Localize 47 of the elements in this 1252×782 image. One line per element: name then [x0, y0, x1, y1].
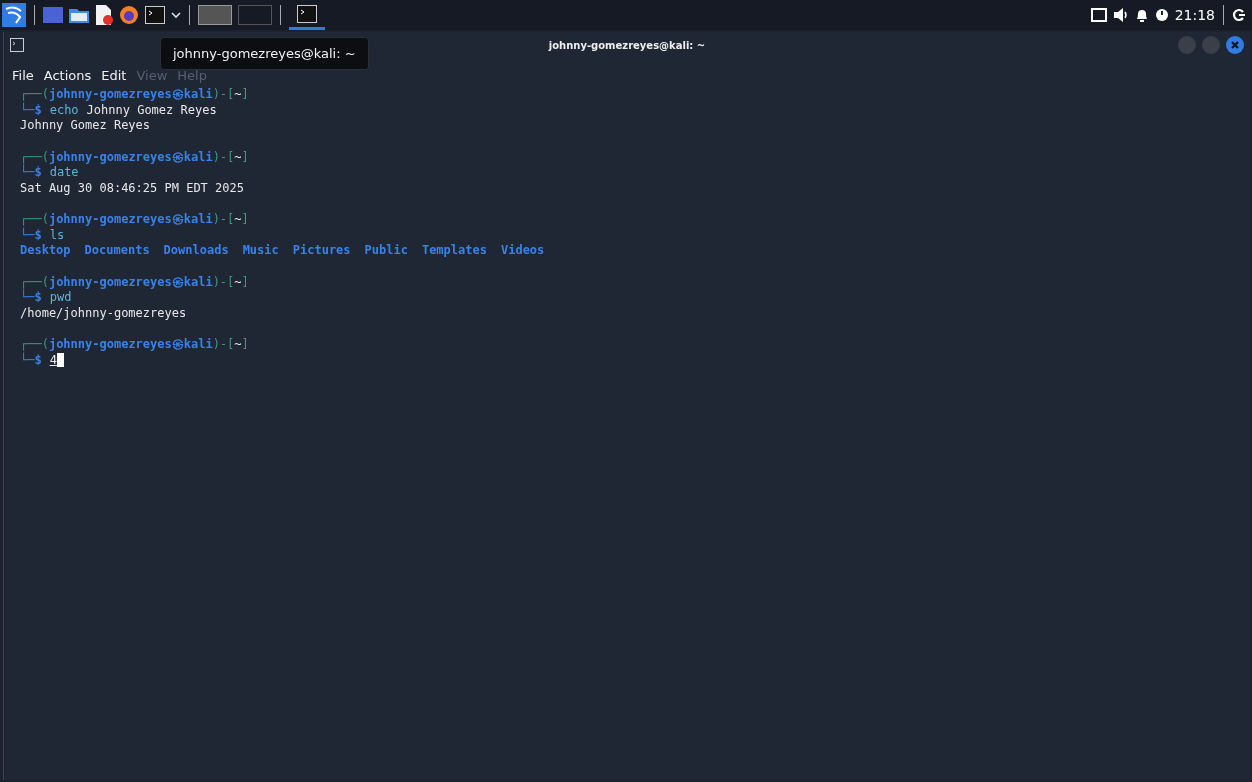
document-icon[interactable]	[95, 5, 113, 25]
directory-name: Downloads	[163, 243, 229, 259]
command-text: pwd	[49, 290, 72, 306]
terminal-icon[interactable]	[145, 6, 165, 24]
directory-name: Public	[364, 243, 408, 259]
power-icon[interactable]	[1154, 8, 1169, 22]
command-text: date	[49, 165, 79, 181]
directory-name: Pictures	[292, 243, 351, 259]
directory-name: Desktop	[20, 243, 71, 259]
prompt-marker: └─$	[20, 352, 42, 368]
window-icon[interactable]	[1090, 8, 1107, 22]
terminal-icon	[297, 4, 317, 23]
prompt-marker: └─$	[20, 165, 42, 181]
prompt-marker: └─$	[20, 227, 42, 243]
window-title: johnny-gomezreyes@kali: ~	[548, 39, 706, 51]
menu-item[interactable]: Actions	[43, 68, 92, 83]
directory-name: Templates	[421, 243, 487, 259]
terminal-icon	[10, 38, 24, 52]
directory-name: Documents	[84, 243, 150, 259]
text-cursor	[56, 353, 64, 368]
tooltip: johnny-gomezreyes@kali: ~	[160, 37, 369, 70]
output-line: Johnny Gomez Reyes	[20, 118, 152, 134]
command-text: ls	[49, 227, 65, 243]
menu-item[interactable]: Edit	[101, 68, 127, 83]
directory-name: Music	[242, 243, 279, 259]
folder-icon[interactable]	[69, 7, 89, 23]
output-line: Sat Aug 30 08:46:25 PM EDT 2025	[20, 180, 245, 196]
output-line: /home/johnny-gomezreyes	[20, 305, 188, 321]
prompt-line: ┌──(johnny-gomezreyes㉿kali)-[~]	[20, 212, 250, 227]
command-input[interactable]: 4	[49, 352, 57, 368]
logout-icon[interactable]	[1232, 8, 1246, 22]
prompt-marker: └─$	[20, 290, 42, 306]
command-text: echo Johnny Gomez Reyes	[49, 102, 217, 118]
prompt-marker: └─$	[20, 102, 42, 118]
prompt-line: ┌──(johnny-gomezreyes㉿kali)-[~]	[20, 337, 250, 352]
speaker-icon[interactable]	[1112, 8, 1129, 22]
caret-icon[interactable]	[171, 11, 181, 19]
close-icon[interactable]	[1226, 36, 1244, 54]
prompt-line: ┌──(johnny-gomezreyes㉿kali)-[~]	[20, 87, 250, 102]
prompt-line: ┌──(johnny-gomezreyes㉿kali)-[~]	[20, 274, 250, 290]
bell-icon[interactable]	[1134, 8, 1149, 22]
workspace-icon[interactable]	[198, 5, 232, 25]
menu-item[interactable]: File	[12, 68, 34, 83]
clock[interactable]: 21:18	[1174, 7, 1215, 23]
browser-icon[interactable]	[119, 5, 139, 25]
directory-name: Videos	[500, 243, 545, 259]
prompt-line: ┌──(johnny-gomezreyes㉿kali)-[~]	[20, 149, 250, 165]
